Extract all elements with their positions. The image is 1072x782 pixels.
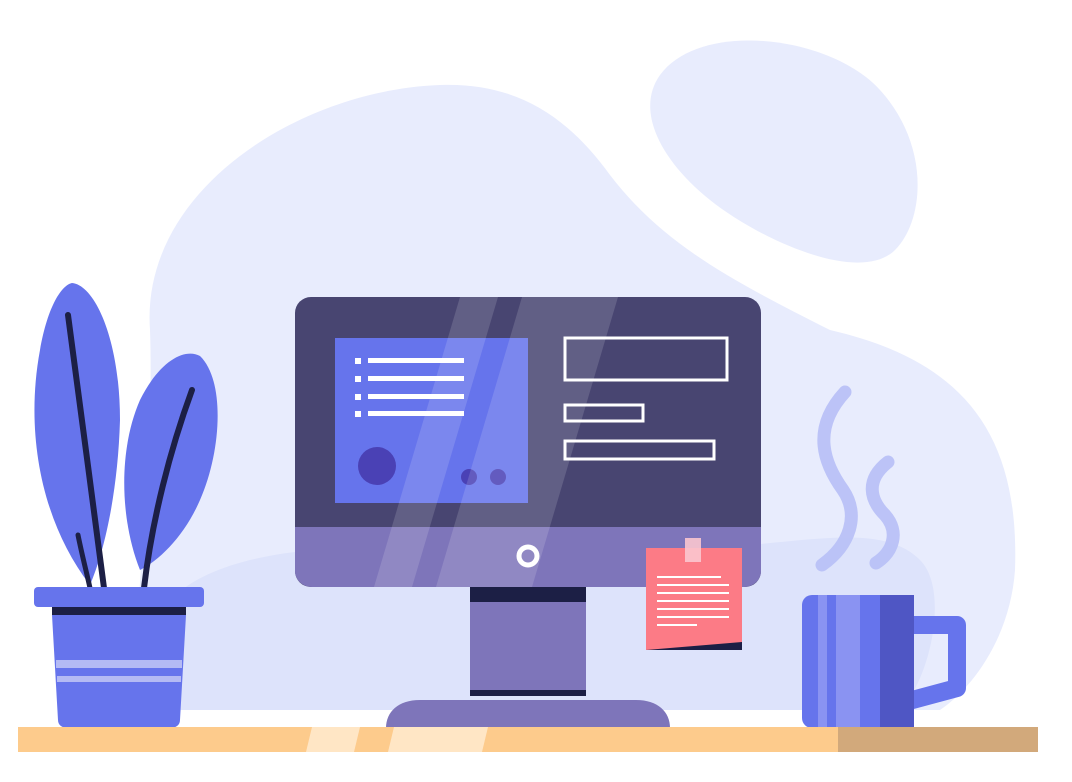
plant-pot-stripe-2 xyxy=(57,676,181,682)
sticky-note-paper xyxy=(646,548,742,650)
desk-top-shadow-end xyxy=(838,727,1038,752)
background-blob-top xyxy=(650,40,918,263)
monitor-neck-bottom xyxy=(470,690,586,696)
desk-glare-1 xyxy=(306,727,360,752)
sticky-note-tape xyxy=(685,538,701,562)
desk-surface xyxy=(18,727,1038,752)
monitor-neck-top xyxy=(470,586,586,602)
desk-glare-2 xyxy=(388,727,488,752)
illustration-canvas xyxy=(18,40,1038,752)
plant-pot-body xyxy=(52,615,186,728)
mug-body-shade xyxy=(880,595,914,728)
plant-pot-rim xyxy=(34,587,204,607)
mug-highlight-2 xyxy=(836,595,860,728)
plant-pot-rim-shadow xyxy=(52,607,186,615)
list-bullet-4 xyxy=(355,411,361,417)
mug-highlight-1 xyxy=(818,595,827,728)
sticky-note xyxy=(646,538,742,650)
monitor-neck xyxy=(470,602,586,692)
workspace-illustration xyxy=(0,0,1072,782)
list-bullet-2 xyxy=(355,376,361,382)
list-bullet-3 xyxy=(355,394,361,400)
screen-avatar-dot xyxy=(358,447,396,485)
monitor-base xyxy=(386,700,670,728)
list-bullet-1 xyxy=(355,358,361,364)
plant-pot-stripe-1 xyxy=(56,660,182,668)
